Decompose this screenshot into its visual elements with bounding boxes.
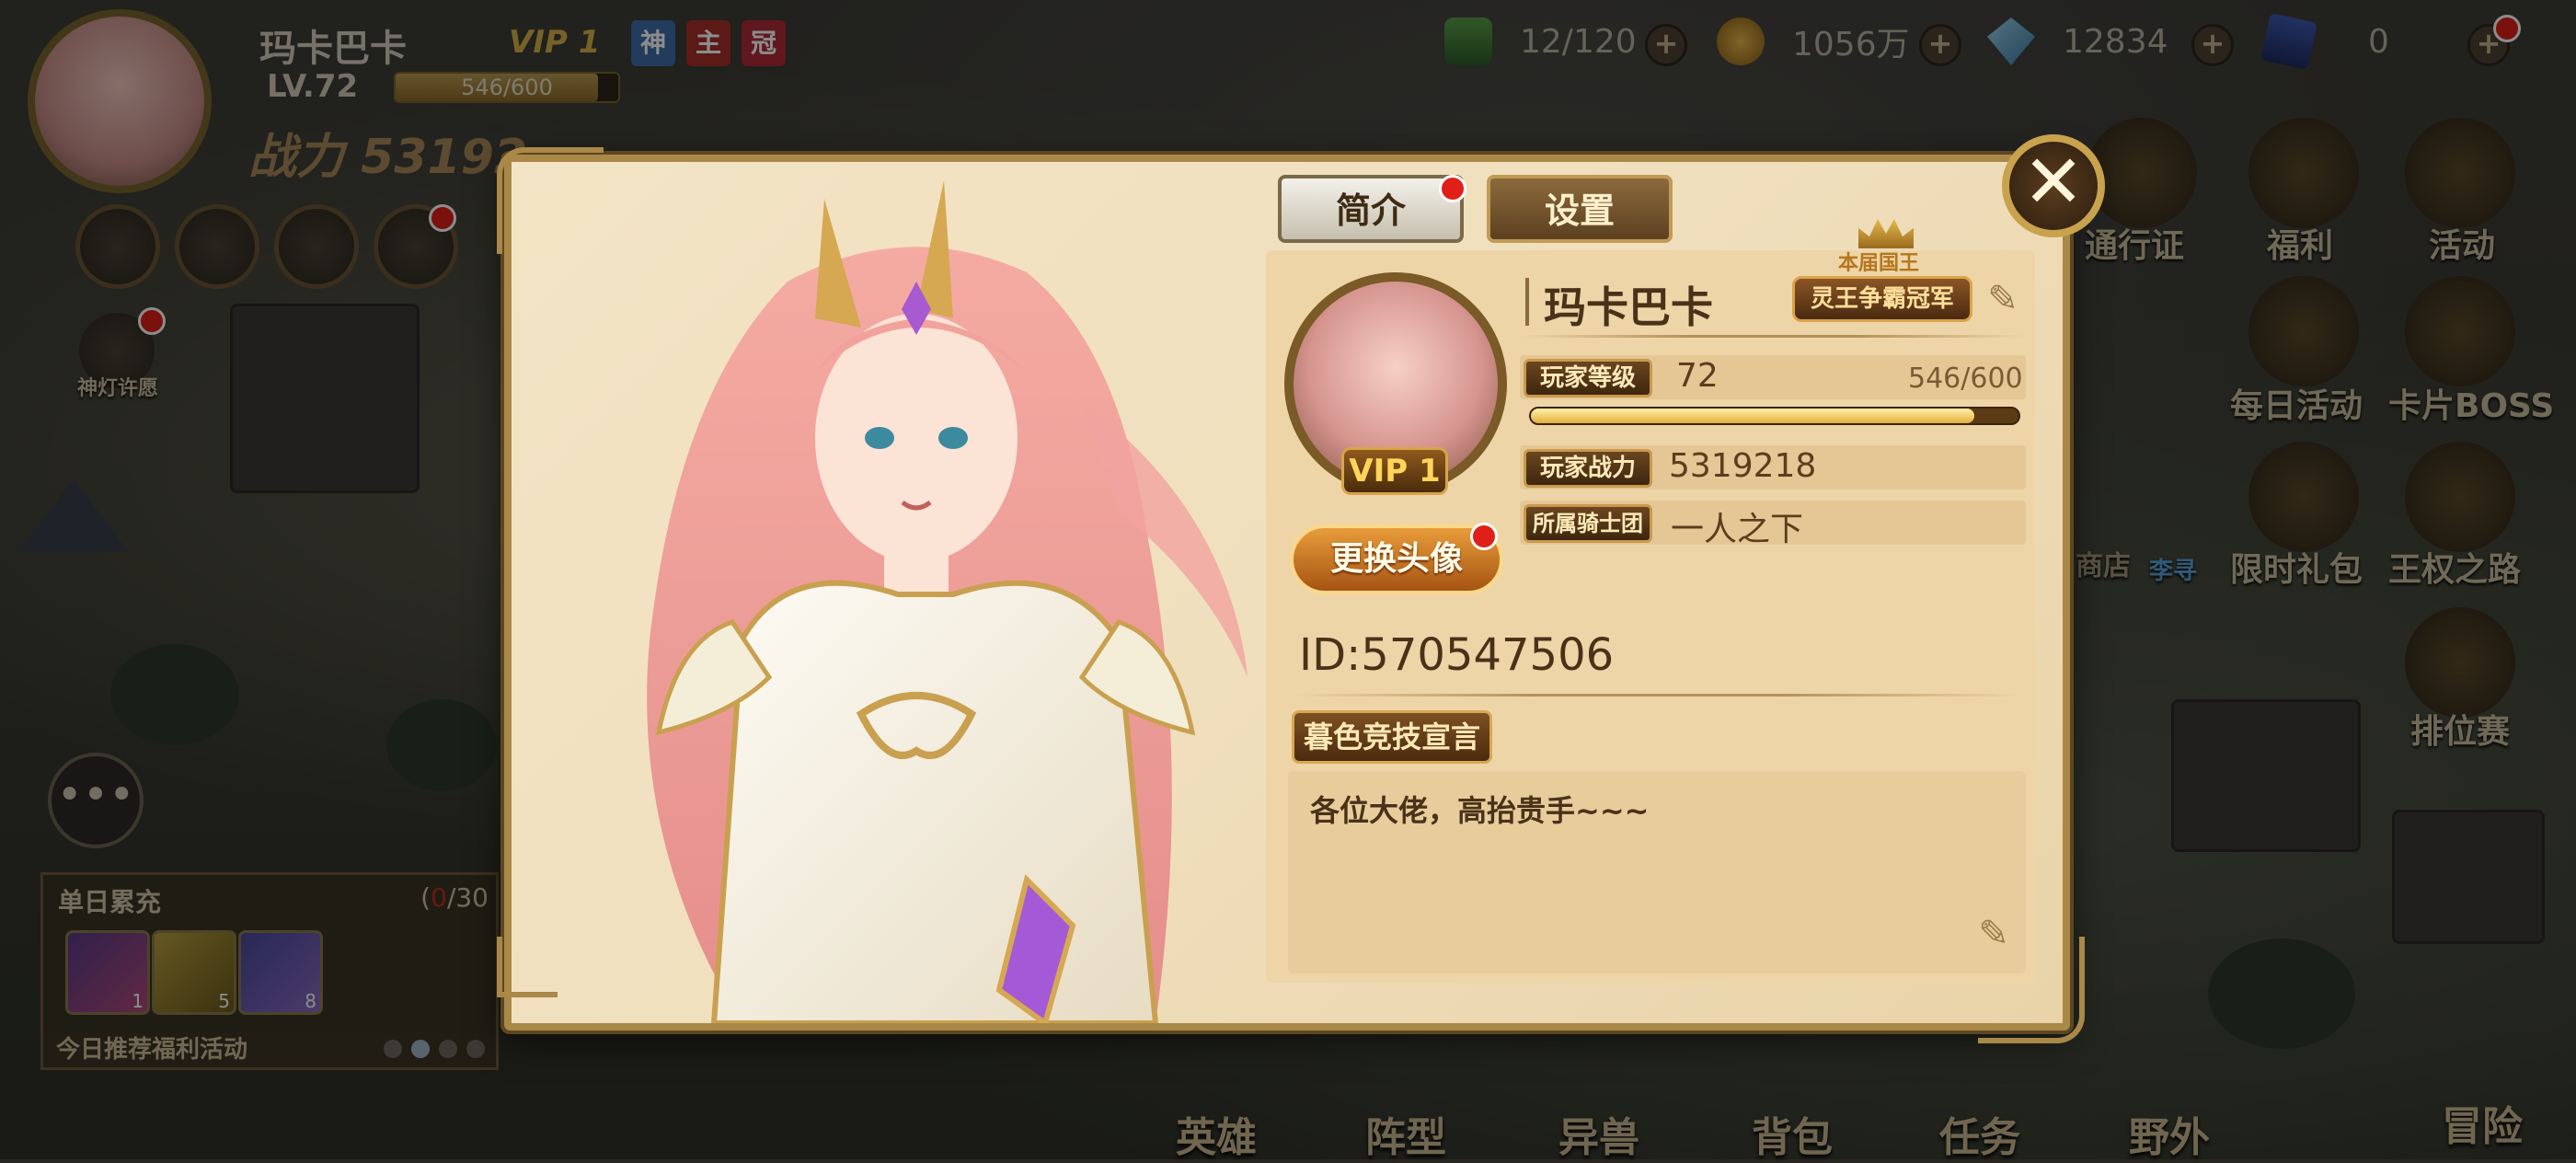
player-power-value: 5319218	[1669, 447, 1817, 485]
player-level-value: 72	[1676, 357, 1719, 395]
notification-dot	[1470, 523, 1498, 550]
title-caption: 本届国王	[1838, 252, 1920, 275]
player-level-exp: 546/600	[1908, 363, 2023, 395]
divider	[1520, 335, 2026, 338]
hero-artwork	[647, 180, 1248, 1023]
notification-dot	[1439, 175, 1466, 202]
level-progress-fill	[1531, 409, 1975, 423]
divider	[1292, 694, 2024, 697]
close-icon[interactable]: ✕	[2002, 134, 2105, 237]
tab-settings[interactable]: 设置	[1487, 175, 1673, 243]
guild-value: 一人之下	[1671, 511, 1804, 548]
edit-declaration-icon[interactable]: ✎	[1972, 913, 2015, 955]
name-separator	[1525, 278, 1529, 326]
label-guild: 所属骑士团	[1524, 504, 1652, 543]
profile-name: 玛卡巴卡	[1544, 282, 1713, 332]
label-player-level: 玩家等级	[1524, 359, 1652, 397]
title-badge[interactable]: 灵王争霸冠军	[1792, 276, 1972, 322]
player-id: ID:570547506	[1299, 629, 1615, 681]
tab-profile[interactable]: 简介	[1278, 175, 1464, 243]
portrait-vip-badge: VIP 1	[1341, 447, 1448, 495]
label-player-power: 玩家战力	[1524, 449, 1652, 488]
edit-name-icon[interactable]: ✎	[1982, 278, 2024, 320]
declaration-label: 暮色竞技宣言	[1292, 710, 1492, 764]
level-progress-bar	[1529, 407, 2020, 425]
declaration-text: 各位大佬，高抬贵手~~~	[1310, 793, 1650, 828]
hero-illustration	[512, 162, 1266, 1023]
